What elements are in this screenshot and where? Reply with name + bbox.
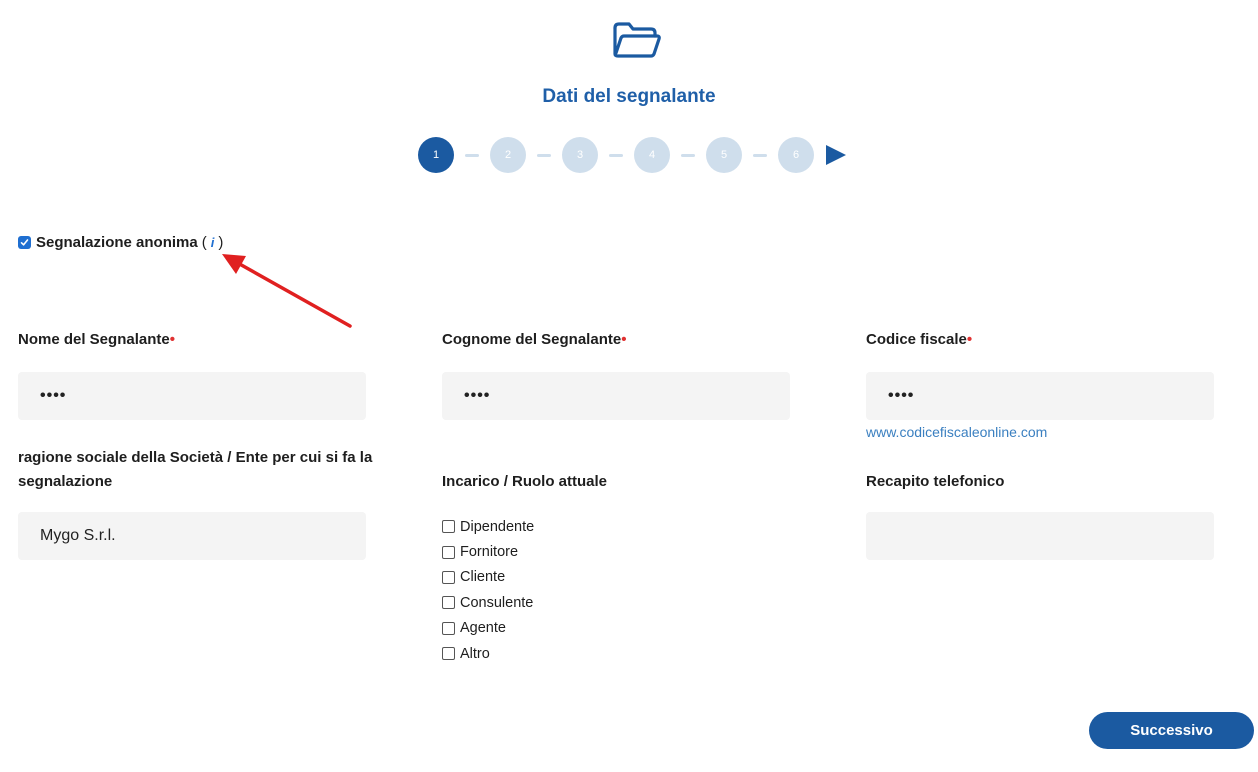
checkmark-icon	[20, 239, 29, 246]
role-option-fornitore[interactable]: Fornitore	[442, 539, 534, 564]
company-name-label: ragione sociale della Società / Ente per…	[18, 449, 373, 490]
tax-code-label: Codice fiscale•	[866, 331, 973, 348]
checkbox[interactable]	[442, 520, 455, 534]
step-2[interactable]: 2	[490, 137, 526, 173]
step-connector	[465, 153, 479, 157]
anonymous-report-row: Segnalazione anonima ( i )	[18, 234, 223, 251]
checkbox[interactable]	[442, 596, 455, 610]
first-name-label: Nome del Segnalante•	[18, 331, 175, 348]
step-connector	[609, 153, 623, 157]
step-1[interactable]: 1	[418, 137, 454, 173]
info-open-paren: (	[201, 234, 207, 251]
tax-code-field[interactable]: ••••	[866, 372, 1214, 420]
next-step-arrow-icon[interactable]	[826, 145, 846, 165]
phone-label: Recapito telefonico	[866, 473, 1005, 490]
role-option-consulente[interactable]: Consulente	[442, 590, 534, 615]
folder-icon	[613, 22, 661, 58]
role-option-agente[interactable]: Agente	[442, 616, 534, 641]
role-option-altro[interactable]: Altro	[442, 641, 534, 666]
progress-stepper: 1 2 3 4 5 6	[418, 137, 846, 173]
step-connector	[753, 153, 767, 157]
role-option-cliente[interactable]: Cliente	[442, 565, 534, 590]
step-5[interactable]: 5	[706, 137, 742, 173]
report-form-page: Dati del segnalante 1 2 3 4 5 6 Segnalaz…	[0, 0, 1258, 772]
role-checkbox-list: Dipendente Fornitore Cliente Consulente …	[442, 514, 534, 666]
step-6[interactable]: 6	[778, 137, 814, 173]
checkbox[interactable]	[442, 570, 455, 584]
last-name-field[interactable]: ••••	[442, 372, 790, 420]
anonymous-checkbox[interactable]	[18, 236, 31, 249]
role-option-dipendente[interactable]: Dipendente	[442, 514, 534, 539]
required-marker: •	[966, 331, 973, 348]
annotation-arrow-icon	[222, 254, 352, 328]
step-4[interactable]: 4	[634, 137, 670, 173]
phone-field[interactable]	[866, 512, 1214, 560]
tax-code-link[interactable]: www.codicefiscaleonline.com	[866, 424, 1047, 440]
step-connector	[537, 153, 551, 157]
required-marker: •	[169, 331, 175, 348]
required-marker: •	[621, 331, 627, 348]
anonymous-checkbox-label[interactable]: Segnalazione anonima	[36, 234, 198, 251]
step-connector	[681, 153, 695, 157]
checkbox[interactable]	[442, 545, 455, 559]
role-label: Incarico / Ruolo attuale	[442, 473, 608, 490]
first-name-field[interactable]: ••••	[18, 372, 366, 420]
company-name-field[interactable]: Mygo S.r.l.	[18, 512, 366, 560]
last-name-label: Cognome del Segnalante•	[442, 331, 627, 348]
page-title: Dati del segnalante	[542, 86, 716, 107]
step-3[interactable]: 3	[562, 137, 598, 173]
next-button[interactable]: Successivo	[1089, 712, 1254, 749]
checkbox[interactable]	[442, 621, 455, 635]
checkbox[interactable]	[442, 647, 455, 661]
